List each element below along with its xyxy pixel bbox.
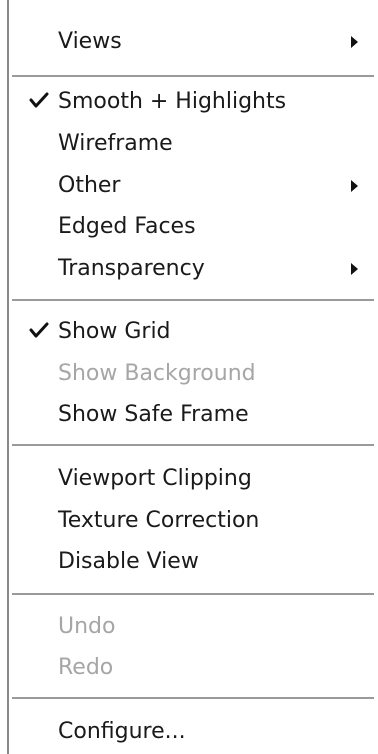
menu-item-label: Show Safe Frame (58, 402, 249, 427)
menu-separator (12, 75, 374, 77)
menu-item-label: Show Background (58, 361, 256, 386)
menu-item-edged-faces[interactable]: Edged Faces (0, 207, 378, 247)
menu-item-label: Smooth + Highlights (58, 89, 287, 114)
submenu-arrow-icon (351, 180, 358, 192)
menu-item-label: Configure... (58, 719, 186, 744)
menu-separator (12, 444, 374, 446)
menu-item-label: Viewport Clipping (58, 466, 252, 491)
menu-item-disable-view[interactable]: Disable View (0, 542, 378, 582)
menu-item-label: Redo (58, 655, 114, 680)
menu-item-label: Edged Faces (58, 214, 196, 239)
menu-item-label: Other (58, 173, 121, 198)
viewport-context-menu: Views Smooth + Highlights Wireframe Othe… (0, 0, 378, 754)
menu-item-redo: Redo (0, 648, 378, 688)
checkmark-icon (29, 92, 49, 108)
menu-separator (12, 593, 374, 595)
menu-item-other[interactable]: Other (0, 166, 378, 206)
menu-item-label: Disable View (58, 549, 199, 574)
menu-item-views[interactable]: Views (0, 22, 378, 62)
submenu-arrow-icon (351, 263, 358, 275)
menu-separator (12, 697, 374, 699)
menu-item-texture-correction[interactable]: Texture Correction (0, 501, 378, 541)
menu-item-configure[interactable]: Configure... (0, 712, 378, 752)
menu-item-label: Views (58, 29, 122, 54)
menu-item-transparency[interactable]: Transparency (0, 249, 378, 289)
menu-item-viewport-clipping[interactable]: Viewport Clipping (0, 459, 378, 499)
menu-separator (12, 299, 374, 301)
menu-item-label: Undo (58, 614, 116, 639)
submenu-arrow-icon (351, 36, 358, 48)
menu-item-show-safe-frame[interactable]: Show Safe Frame (0, 395, 378, 435)
checkmark-icon (29, 322, 49, 338)
menu-item-show-background: Show Background (0, 354, 378, 394)
menu-item-label: Transparency (58, 256, 205, 281)
menu-item-smooth-highlights[interactable]: Smooth + Highlights (0, 82, 378, 122)
menu-item-label: Texture Correction (58, 508, 260, 533)
menu-item-wireframe[interactable]: Wireframe (0, 124, 378, 164)
menu-item-show-grid[interactable]: Show Grid (0, 312, 378, 352)
menu-item-label: Show Grid (58, 319, 171, 344)
menu-item-undo: Undo (0, 607, 378, 647)
menu-item-label: Wireframe (58, 131, 173, 156)
